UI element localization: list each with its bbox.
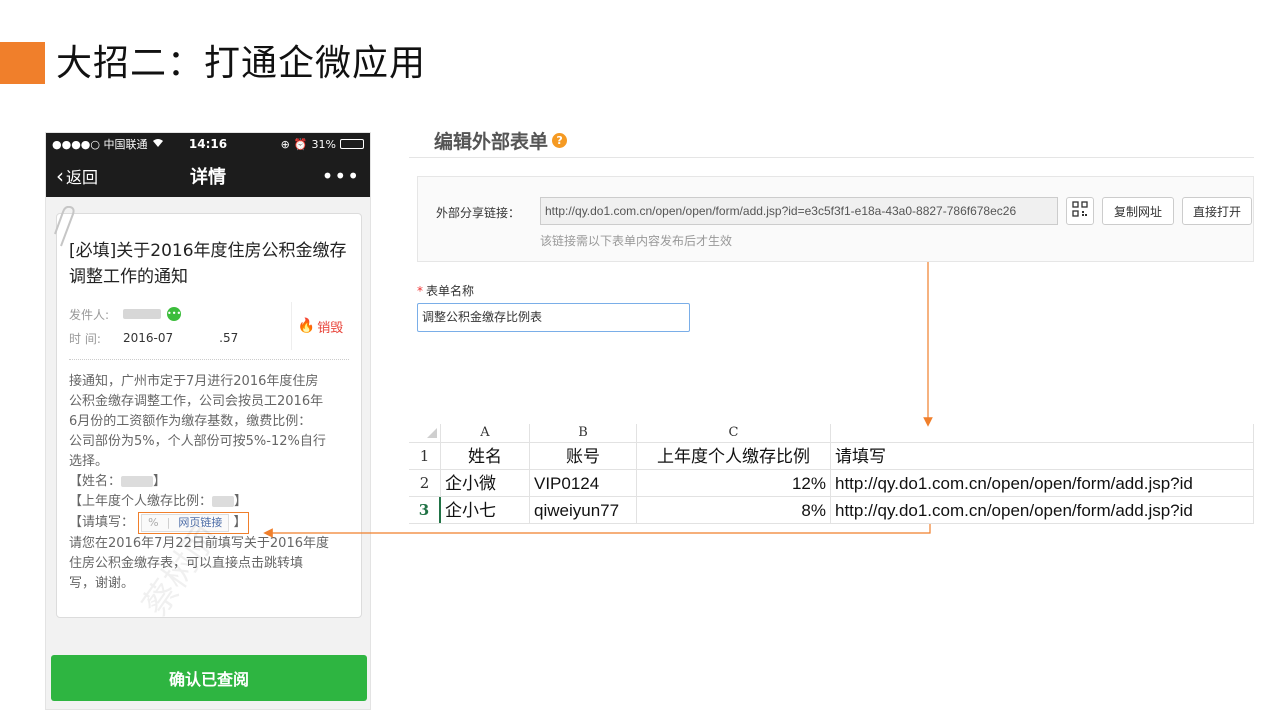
column-header-b[interactable]: B: [530, 424, 637, 442]
column-header-a[interactable]: A: [441, 424, 530, 442]
qr-code-icon: [1072, 201, 1088, 221]
form-name-input[interactable]: 调整公积金缴存比例表: [417, 303, 690, 332]
table-cell[interactable]: 请填写: [831, 443, 1254, 469]
slide-title: 大招二：打通企微应用: [56, 43, 427, 84]
message-body: 接通知，广州市定于7月进行2016年度住房 公积金缴存调整工作，公司会按员工20…: [69, 372, 349, 594]
link-separator: |: [166, 515, 171, 529]
open-direct-button[interactable]: 直接打开: [1182, 197, 1252, 225]
fire-icon: 🔥: [297, 318, 316, 334]
slide-title-marker: [0, 42, 45, 84]
time-suffix: .57: [219, 331, 239, 345]
select-all-corner[interactable]: [409, 424, 441, 442]
body-line: 接通知，广州市定于7月进行2016年度住房: [69, 374, 319, 389]
row-number[interactable]: 2: [409, 470, 441, 496]
message-meta: 发件人: ••• 时 间: 2016-07 .57 🔥 销毁: [69, 302, 349, 360]
table-cell[interactable]: 8%: [637, 497, 831, 523]
table-row: 2 企小微 VIP0124 12% http://qy.do1.com.cn/o…: [409, 470, 1254, 497]
column-header-d[interactable]: [831, 424, 1254, 442]
sender-name-redacted: [123, 309, 161, 319]
status-right-group: ⊕ ⏰ 31%: [281, 138, 364, 151]
closing-line: 请您在2016年7月22日前填写关于2016年度: [69, 536, 329, 551]
field-ratio-prefix: 【上年度个人缴存比例：: [69, 494, 213, 509]
status-carrier-group: ●●●●○ 中国联通: [52, 136, 164, 152]
closing-line: 住房公积金缴存表，可以直接点击跳转填: [69, 556, 304, 571]
column-header-row: A B C: [409, 424, 1254, 443]
table-row: 1 姓名 账号 上年度个人缴存比例 请填写: [409, 443, 1254, 470]
table-cell[interactable]: 姓名: [441, 443, 530, 469]
qr-code-button[interactable]: [1066, 197, 1094, 225]
table-cell[interactable]: VIP0124: [530, 470, 637, 496]
web-link-chip[interactable]: % | 网页链接: [141, 513, 230, 532]
heading-divider: [409, 157, 1254, 158]
wifi-icon: [152, 138, 164, 151]
body-line: 公司部份为5%，个人部份可按5%-12%自行: [69, 434, 326, 449]
field-name-redacted: [121, 476, 154, 487]
field-ratio-line: 【上年度个人缴存比例： 】: [69, 492, 349, 512]
chevron-left-icon: ‹: [56, 164, 64, 188]
required-marker: *: [417, 284, 423, 298]
table-cell[interactable]: qiweiyun77: [530, 497, 637, 523]
battery-icon: [340, 139, 364, 149]
time-redacted: [173, 332, 220, 344]
body-line: 公积金缴存调整工作，公司会按员工2016年: [69, 394, 324, 409]
battery-percent: 31%: [311, 137, 336, 151]
confirm-read-button[interactable]: 确认已查阅: [51, 655, 367, 701]
row-number[interactable]: 1: [409, 443, 441, 469]
share-link-hint: 该链接需以下表单内容发布后才生效: [540, 234, 733, 248]
table-cell[interactable]: 上年度个人缴存比例: [637, 443, 831, 469]
time-prefix: 2016-07: [123, 331, 174, 345]
phone-screen: ●●●●○ 中国联通 14:16 ⊕ ⏰ 31% ‹ 返回 详情 ••• [必填…: [45, 132, 371, 710]
table-cell[interactable]: 账号: [530, 443, 637, 469]
message-card: [必填]关于2016年度住房公积金缴存调整工作的通知 发件人: ••• 时 间:…: [54, 205, 362, 624]
share-link-label: 外部分享链接：: [436, 206, 521, 220]
field-name-line: 【姓名： 】: [69, 472, 349, 492]
table-cell[interactable]: 企小微: [441, 470, 530, 496]
field-name-suffix: 】: [153, 474, 167, 489]
table-cell[interactable]: 企小七: [441, 497, 530, 523]
carrier-text: ●●●●○ 中国联通: [52, 138, 148, 151]
row-number-active[interactable]: 3: [409, 497, 441, 523]
web-link-label: 网页链接: [178, 515, 223, 529]
form-heading: 编辑外部表单 ?: [434, 127, 568, 154]
field-name-prefix: 【姓名：: [69, 474, 122, 489]
destroy-button[interactable]: 🔥 销毁: [291, 302, 349, 350]
field-fill-line: 【请填写： % | 网页链接 】: [69, 512, 349, 534]
help-icon[interactable]: ?: [552, 133, 568, 148]
table-cell[interactable]: 12%: [637, 470, 831, 496]
wechat-icon: •••: [167, 307, 181, 321]
field-ratio-suffix: 】: [234, 494, 248, 509]
form-name-label: * 表单名称: [417, 282, 474, 299]
message-title: [必填]关于2016年度住房公积金缴存调整工作的通知: [69, 241, 347, 287]
field-fill-suffix: 】: [233, 515, 247, 530]
back-button[interactable]: ‹ 返回: [56, 164, 98, 188]
share-link-input[interactable]: http://qy.do1.com.cn/open/open/form/add.…: [540, 197, 1058, 225]
corner-triangle-icon: [427, 428, 437, 438]
copy-url-button[interactable]: 复制网址: [1102, 197, 1174, 225]
spreadsheet: A B C 1 姓名 账号 上年度个人缴存比例 请填写 2 企小微 VIP012…: [409, 424, 1254, 526]
paperclip-icon: [53, 205, 81, 250]
form-heading-text: 编辑外部表单: [434, 131, 549, 153]
field-fill-prefix: 【请填写：: [69, 515, 135, 530]
link-highlight-box: % | 网页链接 】: [138, 512, 250, 534]
orientation-lock-icon: ⊕: [280, 137, 290, 151]
sender-label: 发件人:: [69, 307, 110, 322]
destroy-label: 销毁: [317, 320, 344, 336]
alarm-icon: ⏰: [293, 137, 308, 151]
nav-bar: ‹ 返回 详情 •••: [46, 155, 370, 197]
back-label: 返回: [66, 168, 99, 187]
body-line: 选择。: [69, 454, 109, 469]
column-header-c[interactable]: C: [637, 424, 831, 442]
body-line: 6月份的工资额作为缴存基数，缴费比例：: [69, 414, 312, 429]
table-cell[interactable]: http://qy.do1.com.cn/open/open/form/add.…: [831, 497, 1254, 523]
closing-line: 写，谢谢。: [69, 576, 135, 591]
status-bar: ●●●●○ 中国联通 14:16 ⊕ ⏰ 31%: [46, 133, 370, 155]
table-row: 3 企小七 qiweiyun77 8% http://qy.do1.com.cn…: [409, 497, 1254, 524]
time-label: 时 间:: [69, 331, 101, 346]
table-cell[interactable]: http://qy.do1.com.cn/open/open/form/add.…: [831, 470, 1254, 496]
link-icon: %: [148, 515, 159, 529]
form-name-label-text: 表单名称: [426, 284, 475, 298]
field-ratio-redacted: [212, 496, 235, 507]
more-button[interactable]: •••: [322, 164, 360, 188]
share-link-box: 外部分享链接： http://qy.do1.com.cn/open/open/f…: [417, 176, 1254, 262]
